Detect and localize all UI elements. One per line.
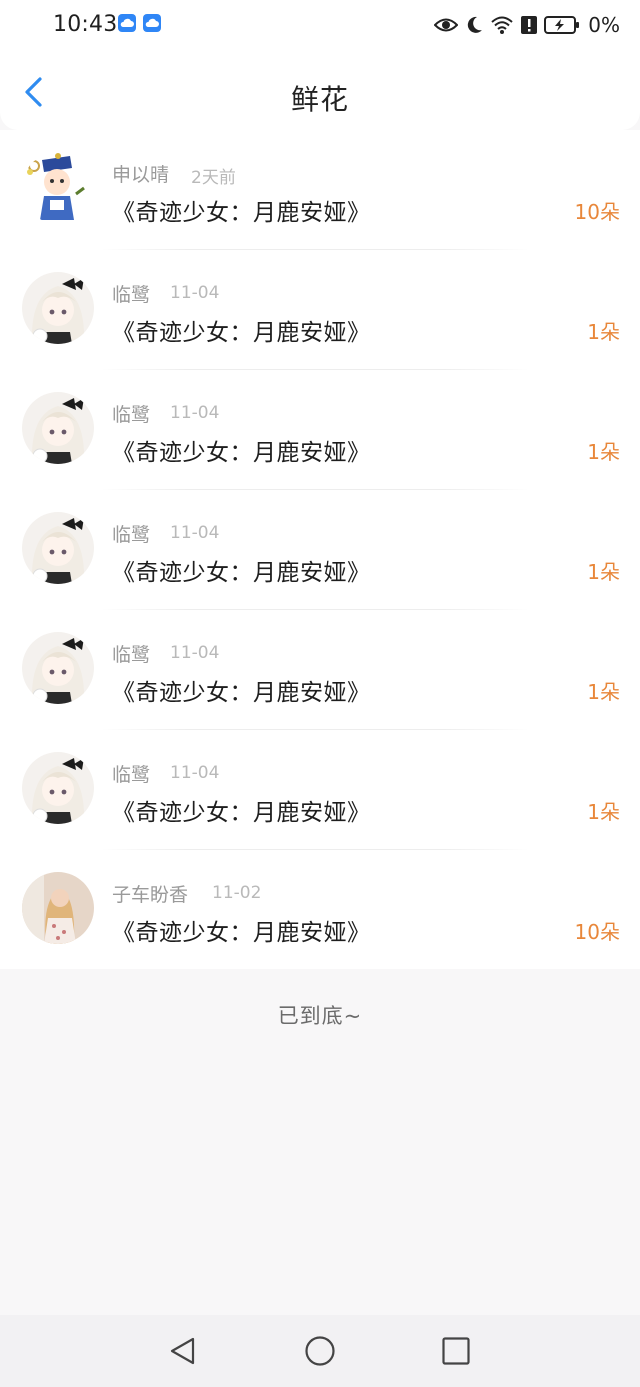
anime-girl-avatar — [22, 752, 94, 824]
sent-time: 11-04 — [170, 283, 220, 303]
nav-home-button[interactable] — [304, 1335, 336, 1367]
book-title: 《奇迹少女：月鹿安娅》 — [112, 200, 371, 226]
sent-time: 2天前 — [191, 168, 236, 188]
status-time: 10:43 — [53, 12, 118, 37]
system-nav-bar — [0, 1315, 640, 1387]
sent-time: 11-04 — [170, 643, 220, 663]
back-triangle-icon — [170, 1337, 195, 1365]
list-item[interactable]: 临鹭 11-04 《奇迹少女：月鹿安娅》 1朵 — [0, 610, 640, 730]
list-item[interactable]: 临鹭 11-04 《奇迹少女：月鹿安娅》 1朵 — [0, 490, 640, 610]
list-item[interactable]: 临鹭 11-04 《奇迹少女：月鹿安娅》 1朵 — [0, 370, 640, 490]
recents-square-icon — [442, 1337, 470, 1365]
moon-icon — [468, 16, 483, 33]
flower-count: 1朵 — [587, 680, 620, 704]
sent-time: 11-04 — [170, 763, 220, 783]
list-item[interactable]: 申以晴 2天前 《奇迹少女：月鹿安娅》 10朵 — [0, 130, 640, 250]
sender-name: 临鹭 — [112, 644, 151, 666]
nav-back-button[interactable] — [167, 1335, 199, 1367]
nav-recents-button[interactable] — [440, 1335, 472, 1367]
sent-time: 11-04 — [170, 523, 220, 543]
sent-time: 11-02 — [212, 883, 262, 903]
book-title: 《奇迹少女：月鹿安娅》 — [112, 320, 371, 346]
eye-icon — [434, 18, 459, 32]
page-title: 鲜花 — [290, 83, 349, 116]
flower-count: 10朵 — [574, 920, 620, 944]
flower-list: 申以晴 2天前 《奇迹少女：月鹿安娅》 10朵 临鹭 11-04 《奇迹少女：月… — [0, 130, 640, 969]
end-of-list-text: 已到底~ — [277, 1004, 363, 1028]
book-title: 《奇迹少女：月鹿安娅》 — [112, 800, 371, 826]
anime-girl-avatar — [22, 632, 94, 704]
anime-girl-avatar — [22, 392, 94, 464]
book-title: 《奇迹少女：月鹿安娅》 — [112, 680, 371, 706]
home-circle-icon — [305, 1336, 335, 1366]
flower-count: 1朵 — [587, 440, 620, 464]
list-item[interactable]: 子车盼香 11-02 《奇迹少女：月鹿安娅》 10朵 — [0, 850, 640, 970]
sent-time: 11-04 — [170, 403, 220, 423]
sender-name: 临鹭 — [112, 524, 151, 546]
cloud-icon — [143, 14, 161, 32]
alert-icon — [521, 16, 538, 34]
sender-name: 临鹭 — [112, 284, 151, 306]
flower-count: 1朵 — [587, 560, 620, 584]
cloud-icon — [118, 14, 136, 32]
cartoon-avatar — [22, 152, 94, 224]
sender-name: 临鹭 — [112, 764, 151, 786]
sender-name: 申以晴 — [112, 164, 170, 186]
wifi-icon — [491, 16, 513, 34]
header: 鲜花 — [0, 50, 640, 130]
status-icons: 0% — [434, 12, 620, 38]
book-title: 《奇迹少女：月鹿安娅》 — [112, 440, 371, 466]
list-item[interactable]: 临鹭 11-04 《奇迹少女：月鹿安娅》 1朵 — [0, 250, 640, 370]
battery-text: 0% — [588, 13, 620, 37]
status-bar: 10:43 0% — [0, 0, 640, 50]
book-title: 《奇迹少女：月鹿安娅》 — [112, 920, 371, 946]
anime-girl-avatar — [22, 272, 94, 344]
sender-name: 子车盼香 — [112, 884, 189, 906]
photo-avatar — [22, 872, 94, 944]
flower-count: 1朵 — [587, 800, 620, 824]
anime-girl-avatar — [22, 512, 94, 584]
sender-name: 临鹭 — [112, 404, 151, 426]
battery-charging-icon — [544, 16, 580, 34]
flower-count: 1朵 — [587, 320, 620, 344]
book-title: 《奇迹少女：月鹿安娅》 — [112, 560, 371, 586]
list-item[interactable]: 临鹭 11-04 《奇迹少女：月鹿安娅》 1朵 — [0, 730, 640, 850]
flower-count: 10朵 — [574, 200, 620, 224]
